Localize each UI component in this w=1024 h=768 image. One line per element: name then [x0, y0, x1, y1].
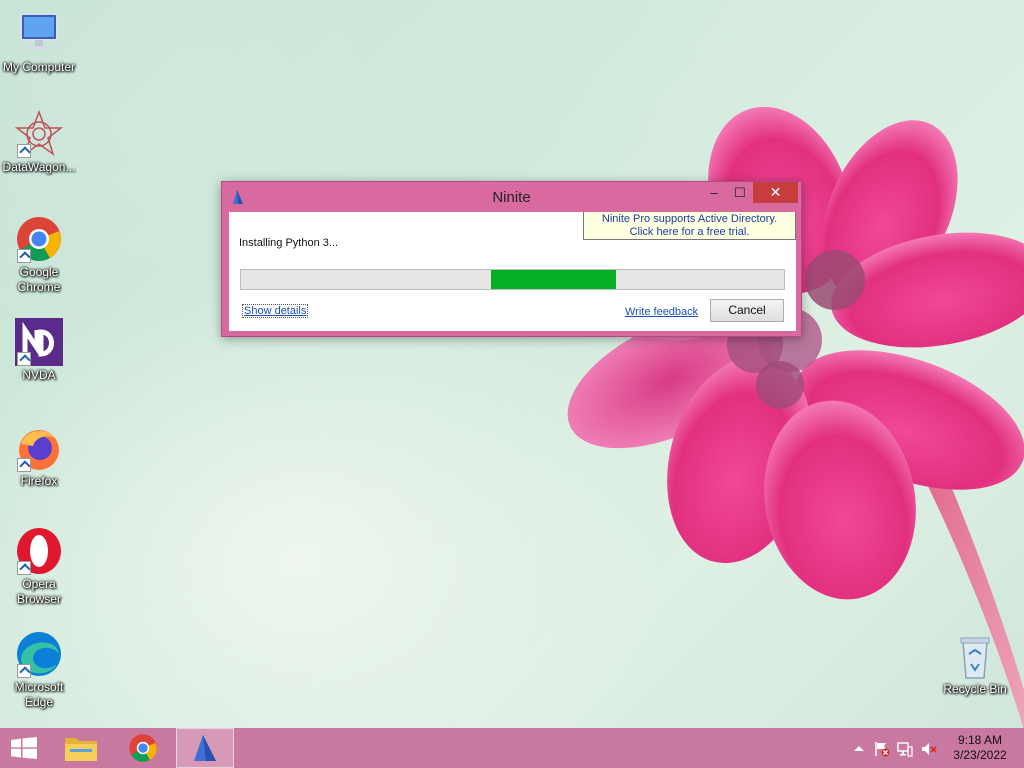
action-center-flag-icon[interactable] — [874, 741, 890, 757]
close-button[interactable]: ✕ — [753, 182, 798, 203]
network-icon[interactable] — [897, 741, 913, 757]
clock-time: 9:18 AM — [957, 733, 1003, 747]
shortcut-arrow-icon — [17, 352, 31, 366]
shortcut-arrow-icon — [17, 249, 31, 263]
desktop: My Computer DataWagon... Google Chrome N… — [0, 0, 1024, 728]
install-status-text: Installing Python 3... — [239, 237, 339, 249]
show-details-link[interactable]: Show details — [241, 304, 309, 318]
ninite-pro-promo-link[interactable]: Ninite Pro supports Active Directory. Cl… — [583, 212, 796, 240]
volume-muted-icon[interactable] — [921, 741, 937, 757]
firefox-icon — [15, 424, 63, 472]
cancel-button[interactable]: Cancel — [710, 299, 784, 322]
chrome-icon — [129, 734, 157, 762]
recycle-bin-icon — [951, 632, 999, 680]
desktop-icon-microsoft-edge[interactable]: Microsoft Edge — [1, 630, 77, 710]
start-button[interactable] — [0, 728, 48, 768]
shortcut-arrow-icon — [17, 664, 31, 678]
nvda-icon — [15, 318, 63, 366]
desktop-icon-google-chrome[interactable]: Google Chrome — [1, 215, 77, 295]
write-feedback-link[interactable]: Write feedback — [625, 306, 698, 318]
taskbar-ninite[interactable] — [176, 728, 234, 768]
window-client-area: Ninite Pro supports Active Directory. Cl… — [229, 212, 796, 331]
title-bar[interactable]: Ninite – ☐ ✕ — [222, 182, 801, 212]
clock-date: 3/23/2022 — [953, 748, 1007, 762]
desktop-icon-firefox[interactable]: Firefox — [1, 424, 77, 489]
ninite-window: Ninite – ☐ ✕ Ninite Pro supports Active … — [221, 181, 802, 337]
computer-icon — [15, 10, 63, 58]
ninite-icon — [194, 735, 216, 761]
datawagon-icon — [14, 109, 64, 158]
taskbar-chrome[interactable] — [118, 728, 168, 768]
install-progress-bar — [240, 269, 785, 290]
desktop-icon-my-computer[interactable]: My Computer — [1, 10, 77, 75]
desktop-icon-nvda[interactable]: NVDA — [1, 318, 77, 383]
shortcut-arrow-icon — [17, 458, 31, 472]
edge-icon — [15, 630, 63, 678]
desktop-icon-datawagon[interactable]: DataWagon... — [1, 109, 77, 175]
maximize-button[interactable]: ☐ — [727, 182, 753, 203]
shortcut-arrow-icon — [17, 144, 31, 158]
promo-line-1: Ninite Pro supports Active Directory. — [601, 213, 778, 225]
minimize-button[interactable]: – — [701, 182, 727, 203]
taskbar-file-explorer[interactable] — [58, 728, 104, 768]
file-explorer-icon — [65, 738, 97, 761]
show-hidden-icons[interactable] — [851, 741, 867, 757]
progress-fill — [490, 270, 616, 289]
chrome-icon — [15, 215, 63, 263]
opera-icon — [15, 527, 63, 575]
windows-start-icon — [11, 737, 37, 759]
system-clock[interactable]: 9:18 AM 3/23/2022 — [940, 733, 1020, 763]
desktop-icon-recycle-bin[interactable]: Recycle Bin — [937, 632, 1013, 697]
shortcut-arrow-icon — [17, 561, 31, 575]
taskbar: 9:18 AM 3/23/2022 — [0, 728, 1024, 768]
desktop-icon-opera[interactable]: Opera Browser — [1, 527, 77, 607]
promo-line-2: Click here for a free trial. — [629, 226, 750, 238]
